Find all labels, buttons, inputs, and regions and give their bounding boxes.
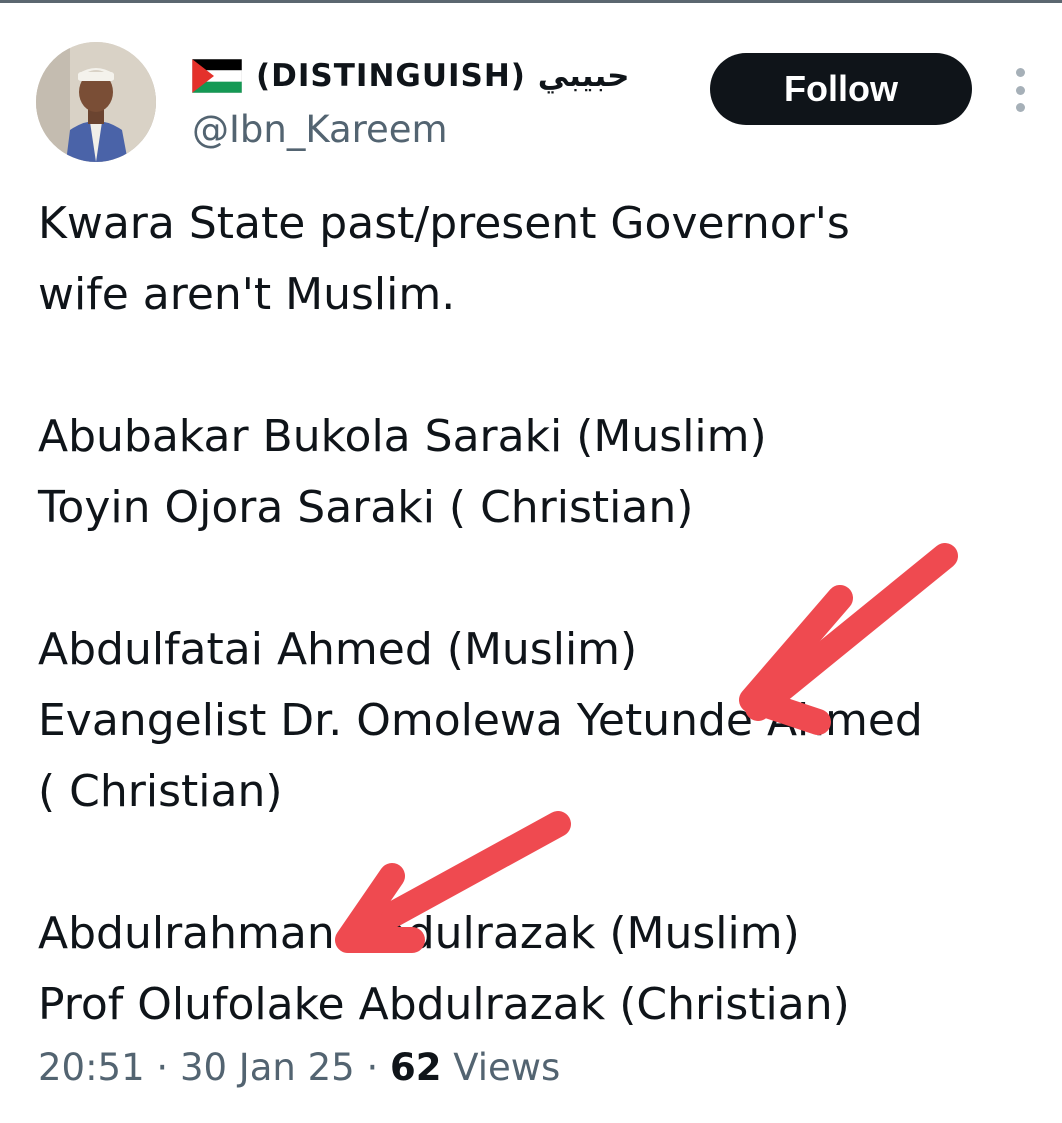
tweet-text-line: Evangelist Dr. Omolewa Yetunde Ahmed <box>38 695 923 746</box>
tweet-meta: 20:51 · 30 Jan 25 · 62 Views <box>38 1046 560 1089</box>
author-avatar[interactable] <box>36 42 156 162</box>
views-label[interactable]: Views <box>453 1046 560 1089</box>
tweet-text-line: Kwara State past/present Governor's <box>38 198 850 249</box>
tweet-text-line: Abdulrahman Abdulrazak (Muslim) <box>38 908 800 959</box>
follow-button[interactable]: Follow <box>710 53 972 125</box>
meta-separator: · <box>366 1046 379 1089</box>
tweet-time[interactable]: 20:51 <box>38 1046 145 1089</box>
display-name-text: (DISTINGUISH) حبيبي <box>256 58 630 94</box>
tweet-text-line: Prof Olufolake Abdulrazak (Christian) <box>38 979 850 1030</box>
author-handle[interactable]: @Ibn_Kareem <box>192 108 448 151</box>
tweet-text-line: Abdulfatai Ahmed (Muslim) <box>38 624 638 675</box>
palestine-flag-icon <box>192 59 242 93</box>
more-vertical-icon[interactable] <box>1008 68 1032 112</box>
top-divider <box>0 0 1062 3</box>
tweet-text: Kwara State past/present Governor's wife… <box>38 188 1038 1040</box>
author-display-name[interactable]: (DISTINGUISH) حبيبي <box>192 52 629 100</box>
tweet-text-line: ( Christian) <box>38 766 283 817</box>
views-count[interactable]: 62 <box>390 1046 442 1089</box>
tweet-date[interactable]: 30 Jan 25 <box>180 1046 355 1089</box>
tweet-text-line: Toyin Ojora Saraki ( Christian) <box>38 482 694 533</box>
tweet-text-line: wife aren't Muslim. <box>38 269 456 320</box>
meta-separator: · <box>156 1046 169 1089</box>
tweet-text-line: Abubakar Bukola Saraki (Muslim) <box>38 411 767 462</box>
